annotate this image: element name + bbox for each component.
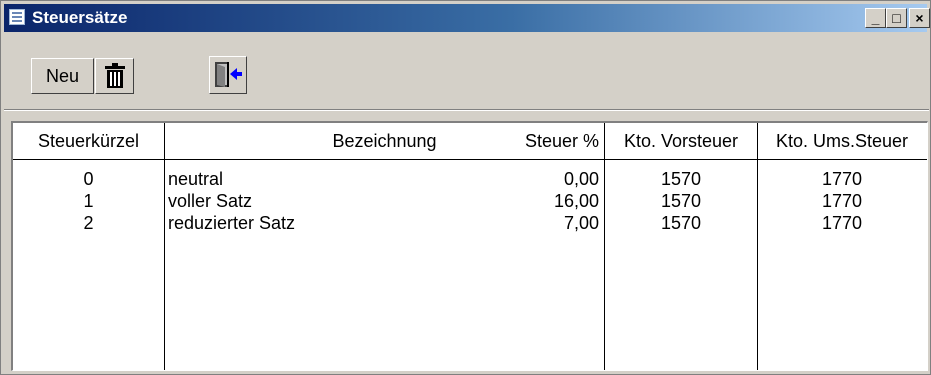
cell-input-tax-account: 1570 — [660, 213, 702, 233]
exit-door-icon — [215, 62, 242, 87]
cell-rate: 0,00 — [563, 169, 599, 189]
new-button[interactable]: Neu — [31, 58, 94, 94]
cell-rate: 7,00 — [563, 213, 599, 233]
form-icon — [9, 9, 25, 25]
cell-name: neutral — [168, 169, 224, 189]
close-button[interactable]: × — [909, 8, 930, 28]
cell-code: 1 — [83, 191, 94, 211]
cell-sales-tax-account: 1770 — [821, 213, 863, 233]
cell-name: reduzierter Satz — [168, 213, 296, 233]
cell-code: 0 — [83, 169, 94, 189]
column-divider — [757, 123, 758, 370]
cell-name: voller Satz — [168, 191, 253, 211]
column-divider — [164, 123, 165, 370]
tax-rates-table[interactable]: Steuerkürzel Bezeichnung Steuer % Kto. V… — [11, 121, 928, 371]
exit-button[interactable] — [209, 56, 247, 94]
cell-sales-tax-account: 1770 — [821, 191, 863, 211]
column-header-steuerkuerzel[interactable]: Steuerkürzel — [13, 123, 164, 159]
toolbar: Neu — [4, 33, 929, 107]
window-title: Steuersätze — [32, 8, 128, 27]
cell-input-tax-account: 1570 — [660, 169, 702, 189]
column-header-kto-ums-steuer[interactable]: Kto. Ums.Steuer — [758, 123, 926, 159]
column-header-steuer[interactable]: Steuer % — [507, 123, 599, 159]
toolbar-separator — [4, 109, 929, 111]
cell-code: 2 — [83, 213, 94, 233]
header-divider — [13, 159, 927, 160]
steuersaetze-window: Steuersätze _ □ × Neu Steuerkürzel Bezei… — [0, 0, 931, 375]
delete-button[interactable] — [95, 58, 134, 94]
column-header-kto-vorsteuer[interactable]: Kto. Vorsteuer — [605, 123, 757, 159]
column-divider — [604, 123, 605, 370]
trash-icon — [105, 63, 125, 88]
cell-input-tax-account: 1570 — [660, 191, 702, 211]
maximize-button[interactable]: □ — [886, 8, 907, 28]
minimize-button[interactable]: _ — [865, 8, 886, 28]
title-bar[interactable]: Steuersätze _ □ × — [4, 4, 930, 32]
cell-rate: 16,00 — [553, 191, 599, 211]
cell-sales-tax-account: 1770 — [821, 169, 863, 189]
